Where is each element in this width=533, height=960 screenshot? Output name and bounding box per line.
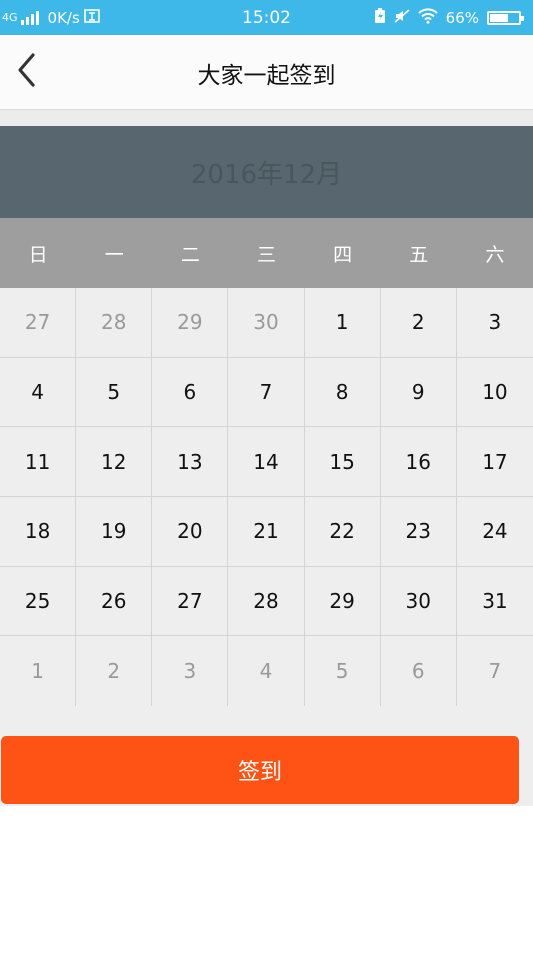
- calendar-day-cell[interactable]: 2: [76, 636, 153, 706]
- header-gap: [0, 110, 533, 126]
- calendar-day-cell[interactable]: 10: [456, 358, 533, 428]
- calendar-day-cell[interactable]: 3: [456, 288, 533, 358]
- calendar-day-cell[interactable]: 6: [381, 636, 457, 706]
- calendar-day-cell[interactable]: 4: [228, 636, 305, 706]
- page-title: 大家一起签到: [197, 62, 336, 89]
- weekday-thu: 四: [333, 243, 353, 266]
- calendar-day-cell[interactable]: 13: [152, 427, 229, 497]
- back-button[interactable]: [6, 47, 46, 97]
- month-header: 2016年12月: [0, 126, 533, 218]
- weekday-tue: 二: [180, 243, 200, 266]
- calendar-day-cell[interactable]: 9: [380, 357, 457, 428]
- calendar-day-cell[interactable]: 3: [152, 636, 229, 706]
- chevron-left-icon: [15, 52, 37, 92]
- sign-in-button[interactable]: 签到: [1, 736, 519, 804]
- calendar-day-cell[interactable]: 8: [304, 357, 381, 428]
- calendar-day-cell[interactable]: 5: [305, 636, 381, 706]
- battery-percent: 66%: [445, 8, 479, 27]
- calendar-day-cell[interactable]: 21: [228, 496, 305, 567]
- calendar-day-cell[interactable]: 2: [380, 288, 457, 358]
- calendar-day-cell[interactable]: 29: [304, 566, 381, 637]
- calendar-day-cell[interactable]: 15: [304, 427, 381, 497]
- calendar-day-cell[interactable]: 19: [76, 496, 153, 567]
- calendar-day-cell[interactable]: 23: [380, 496, 457, 567]
- calendar-day-cell[interactable]: 16: [380, 427, 457, 497]
- calendar-day-cell[interactable]: 7: [457, 636, 533, 706]
- calendar-day-cell[interactable]: 24: [456, 497, 533, 567]
- calendar-day-cell[interactable]: 26: [76, 566, 153, 637]
- calendar-day-cell[interactable]: 7: [228, 357, 305, 428]
- calendar-day-cell[interactable]: 31: [456, 567, 533, 637]
- calendar-day-cell[interactable]: 4: [0, 357, 77, 428]
- wifi-icon: [417, 7, 438, 28]
- calendar-day-cell[interactable]: 11: [0, 427, 77, 497]
- weekday-mon: 一: [104, 243, 124, 266]
- calendar-day-cell[interactable]: 28: [76, 288, 153, 358]
- weekday-sat: 六: [485, 243, 505, 266]
- weekday-fri: 五: [409, 243, 429, 266]
- title-bar: 大家一起签到: [0, 35, 533, 110]
- calendar-day-cell[interactable]: 1: [0, 636, 77, 706]
- month-label: 2016年12月: [190, 159, 343, 190]
- calendar-day-cell[interactable]: 27: [152, 566, 229, 637]
- weekday-wed: 三: [256, 243, 276, 266]
- status-right: 66%: [374, 0, 524, 35]
- weekday-row: 日 一 二 三 四 五 六: [0, 218, 533, 288]
- calendar-day-cell[interactable]: 22: [304, 496, 381, 567]
- calendar-day-cell[interactable]: 20: [152, 496, 229, 567]
- mute-icon: [394, 8, 410, 28]
- status-bar: 4G 0K/s 15:02 66%: [0, 0, 533, 35]
- battery-icon: [487, 10, 524, 25]
- weekday-sun: 日: [28, 243, 48, 266]
- battery-fill: [490, 13, 508, 22]
- calendar-day-cell[interactable]: 6: [152, 357, 229, 428]
- calendar-day-cell[interactable]: 1: [304, 288, 381, 358]
- calendar-day-cell[interactable]: 12: [76, 427, 153, 497]
- calendar-grid: 27 28 29 30 1 2 3 4 5 6 7 8 9 10 11 12 13 14 15 16 17 18 19 20 2…: [0, 288, 533, 706]
- calendar-day-cell[interactable]: 17: [456, 427, 533, 497]
- calendar-day-cell[interactable]: 18: [0, 496, 77, 567]
- calendar-day-cell[interactable]: 5: [76, 357, 153, 428]
- calendar-day-cell[interactable]: 28: [228, 566, 305, 637]
- calendar-day-cell[interactable]: 27: [0, 288, 77, 358]
- calendar-day-cell[interactable]: 25: [0, 566, 77, 637]
- calendar-day-cell[interactable]: 29: [152, 288, 229, 358]
- calendar-day-cell[interactable]: 30: [380, 566, 457, 637]
- calendar-day-cell[interactable]: 14: [228, 427, 305, 497]
- calendar-day-cell[interactable]: 30: [228, 288, 305, 358]
- battery-charging-icon: [374, 7, 386, 28]
